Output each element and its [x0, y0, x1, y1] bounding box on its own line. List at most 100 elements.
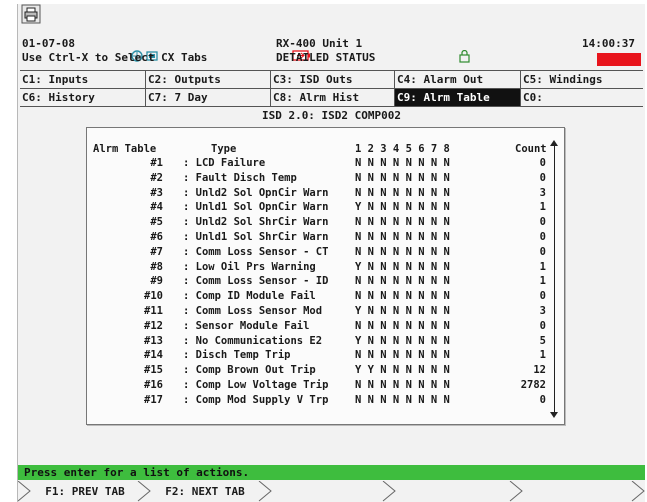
alarm-count: 1 — [539, 260, 546, 273]
tab-bar: C1: Inputs C2: Outputs C3: ISD Outs C4: … — [20, 70, 643, 107]
alarm-number: #5 — [150, 216, 163, 229]
table-row[interactable]: #14 : Disch Temp Trip N N N N N N N N 1 — [87, 349, 562, 362]
alarm-number: #4 — [150, 201, 163, 214]
header-bits: 1 2 3 4 5 6 7 8 — [355, 143, 450, 155]
table-row[interactable]: #1 : LCD Failure N N N N N N N N 0 — [87, 157, 562, 170]
table-row[interactable]: #16: Comp Low Voltage Trip N N N N N N N … — [87, 379, 562, 392]
device-subtitle: ISD 2.0: ISD2 COMP002 — [261, 109, 402, 122]
header-top-line: 01-07-08 RX-400 Unit 1 14:00:37 — [22, 37, 642, 63]
table-row[interactable]: #10: Comp ID Module Fail N N N N N N N N 0 — [87, 290, 562, 303]
clock-time: 14:00:37 — [582, 37, 635, 50]
alarm-bits: N N N N N N N N — [355, 379, 450, 391]
tab-c2[interactable]: C2: Outputs — [145, 71, 270, 88]
header-label: Alrm Table — [93, 143, 157, 155]
alarm-type: : Comm Loss Sensor Mod — [183, 305, 323, 317]
alarm-count: 0 — [539, 216, 546, 229]
alarm-count: 0 — [539, 393, 546, 406]
alarm-number: #1 — [150, 157, 163, 169]
tab-c9[interactable]: C9: Alrm Table — [394, 89, 520, 106]
tab-c0[interactable]: C0: — [520, 89, 643, 106]
tab-c7[interactable]: C7: 7 Day — [145, 89, 270, 106]
table-row[interactable]: #8: Low Oil Prs Warning Y N N N N N N N 1 — [87, 261, 562, 274]
alarm-bits: Y N N N N N N N — [355, 201, 450, 214]
table-row[interactable]: #17: Comp Mod Supply V Trp N N N N N N N … — [87, 394, 562, 407]
alarm-count: 1 — [539, 349, 546, 362]
alarm-count: 12 — [533, 364, 546, 377]
alarm-type: : Comm Loss Sensor - CT — [183, 245, 329, 258]
alarm-count: 5 — [539, 334, 546, 347]
alarm-type: : Comp Mod Supply V Trp — [183, 393, 329, 406]
alarm-count: 1 — [539, 275, 546, 288]
table-row[interactable]: #3 : Unld2 Sol OpnCir Warn N N N N N N N N… — [87, 187, 562, 200]
alarm-number: #3 — [150, 186, 163, 199]
alarm-bits: N N N N N N N N — [355, 290, 450, 303]
alarm-count: 2782 — [520, 379, 546, 391]
alarm-type: : Unld1 Sol OpnCir Warn — [183, 201, 329, 214]
alarm-indicator[interactable] — [597, 53, 641, 66]
table-row[interactable]: #9: Comm Loss Sensor - ID N N N N N N N N… — [87, 275, 562, 288]
tab-row-2: C6: History C7: 7 Day C8: Alrm Hist C9: … — [20, 89, 643, 107]
alarm-type: : Sensor Module Fail — [183, 319, 310, 332]
table-row[interactable]: #7: Comm Loss Sensor - CT N N N N N N N N… — [87, 246, 562, 259]
f2-next-tab-button[interactable]: F2: NEXT TAB — [150, 481, 260, 502]
alarm-table: Alrm Table Type 1 2 3 4 5 6 7 8 Count #1… — [86, 127, 565, 425]
alarm-bits: N N N N N N N N — [355, 171, 450, 184]
alarm-count: 0 — [539, 171, 546, 184]
alarm-bits: Y N N N N N N N — [355, 334, 450, 347]
table-row[interactable]: #2 : Fault Disch Temp N N N N N N N N 0 — [87, 172, 562, 185]
table-row[interactable]: #11: Comm Loss Sensor Mod Y N N N N N N N… — [87, 305, 562, 318]
alarm-type: : Disch Temp Trip — [183, 349, 291, 362]
alarm-type: : Unld2 Sol OpnCir Warn — [183, 186, 329, 199]
alarm-count: 0 — [539, 319, 546, 332]
view-title: DETAILED STATUS — [276, 51, 376, 64]
tab-c4[interactable]: C4: Alarm Out — [394, 71, 520, 88]
header-type: Type — [211, 143, 237, 155]
tab-c8[interactable]: C8: Alrm Hist — [270, 89, 394, 106]
table-row[interactable]: #6 : Unld1 Sol ShrCir Warn N N N N N N N N… — [87, 231, 562, 244]
table-row[interactable]: #4 : Unld1 Sol OpnCir Warn Y N N N N N N N… — [87, 201, 562, 214]
alarm-type: : Unld1 Sol ShrCir Warn — [183, 231, 329, 243]
scroll-up-arrow[interactable] — [550, 140, 558, 146]
alarm-bits: Y Y N N N N N N — [355, 364, 450, 377]
alarm-type: : Fault Disch Temp — [183, 171, 297, 184]
alarm-count: 0 — [539, 231, 546, 243]
alarm-count: 0 — [539, 245, 546, 258]
alarm-bits: N N N N N N N N — [355, 349, 450, 362]
alarm-number: #6 — [150, 231, 163, 243]
function-key-bar: F1: PREV TAB F2: NEXT TAB — [18, 481, 645, 502]
unit-name: RX-400 Unit 1 — [276, 37, 363, 50]
tab-row-1: C1: Inputs C2: Outputs C3: ISD Outs C4: … — [20, 71, 643, 89]
tab-hint: Use Ctrl-X to Select CX Tabs — [22, 51, 208, 64]
table-row[interactable]: #5: Unld2 Sol ShrCir Warn N N N N N N N N… — [87, 216, 562, 229]
scroll-down-arrow[interactable] — [550, 412, 558, 418]
alarm-number: #8 — [150, 260, 163, 273]
alarm-bits: N N N N N N N N — [355, 275, 450, 288]
alarm-type: : No Communications E2 — [183, 334, 323, 347]
alarm-number: #13 — [144, 334, 163, 347]
alarm-count: 3 — [539, 186, 546, 199]
printer-icon[interactable] — [21, 4, 41, 24]
alarm-number: #2 — [150, 171, 163, 184]
tab-c6[interactable]: C6: History — [20, 89, 145, 106]
table-row[interactable]: #12 : Sensor Module Fail N N N N N N N N 0 — [87, 320, 562, 333]
table-row[interactable]: #13 : No Communications E2 Y N N N N N N N… — [87, 335, 562, 348]
tab-c5[interactable]: C5: Windings — [520, 71, 643, 88]
alarm-bits: N N N N N N N N — [355, 231, 450, 243]
tab-c3[interactable]: C3: ISD Outs — [270, 71, 394, 88]
tab-c1[interactable]: C1: Inputs — [20, 71, 145, 88]
alarm-number: #12 — [144, 319, 163, 332]
alarm-bits: Y N N N N N N N — [355, 260, 450, 273]
alarm-bits: N N N N N N N N — [355, 157, 450, 169]
alarm-number: #14 — [144, 349, 163, 362]
alarm-count: 0 — [539, 157, 546, 169]
alarm-bits: N N N N N N N N — [355, 186, 450, 199]
terminal-screen: 01-07-08 RX-400 Unit 1 14:00:37 Use Ctrl… — [17, 4, 645, 502]
alarm-bits: N N N N N N N N — [355, 319, 450, 332]
alarm-type: : LCD Failure — [183, 157, 266, 169]
table-row[interactable]: #15: Comp Brown Out Trip Y Y N N N N N N 1… — [87, 364, 562, 377]
alarm-bits: N N N N N N N N — [355, 393, 450, 406]
alarm-number: #15 — [144, 364, 163, 377]
alarm-number: #11 — [144, 305, 163, 317]
f1-prev-tab-button[interactable]: F1: PREV TAB — [30, 481, 140, 502]
alarm-number: #7 — [150, 245, 163, 258]
